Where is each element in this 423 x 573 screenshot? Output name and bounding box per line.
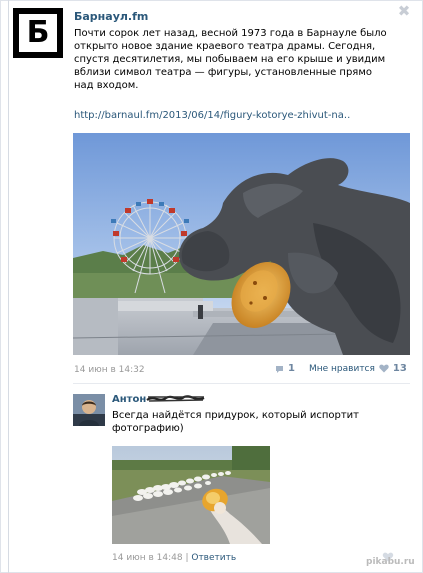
left-border-line [8,0,9,573]
like-button[interactable]: Мне нравится 13 [309,363,407,374]
post-external-link[interactable]: http://barnaul.fm/2013/06/14/figury-koto… [74,110,350,121]
theatre-sculpture-image [73,133,410,355]
repost-button[interactable]: 1 [275,363,295,374]
comment-photo[interactable] [112,446,270,544]
comment-text: Всегда найдётся придурок, который испорт… [112,410,359,434]
community-avatar[interactable]: Б [13,8,63,58]
site-watermark: pikabu.ru [366,557,415,567]
user-photo-icon [73,394,105,426]
geese-on-road-image [112,446,270,544]
comment-meta: 14 июн в 14:48 | Ответить [112,553,236,563]
repost-count: 1 [288,363,295,374]
post-text: Почти сорок лет назад, весной 1973 года … [74,28,387,91]
post-date[interactable]: 14 июн в 14:32 [74,365,145,375]
like-count: 13 [392,363,407,374]
like-label: Мне нравится [309,363,375,374]
community-logo-letter: Б [19,14,57,52]
post-photo[interactable] [73,133,410,355]
comment-date[interactable]: 14 июн в 14:48 [112,553,183,563]
close-icon[interactable]: ✖ [397,4,411,19]
post-author-link[interactable]: Барнаул.fm [74,10,148,23]
repost-icon [276,365,283,373]
comment-separator [73,383,410,384]
comment-author-link[interactable]: Антон [112,394,146,405]
redacted-name-scribble [146,395,205,402]
comment-avatar[interactable] [73,394,105,426]
heart-icon [379,364,389,373]
reply-button[interactable]: Ответить [191,553,236,563]
